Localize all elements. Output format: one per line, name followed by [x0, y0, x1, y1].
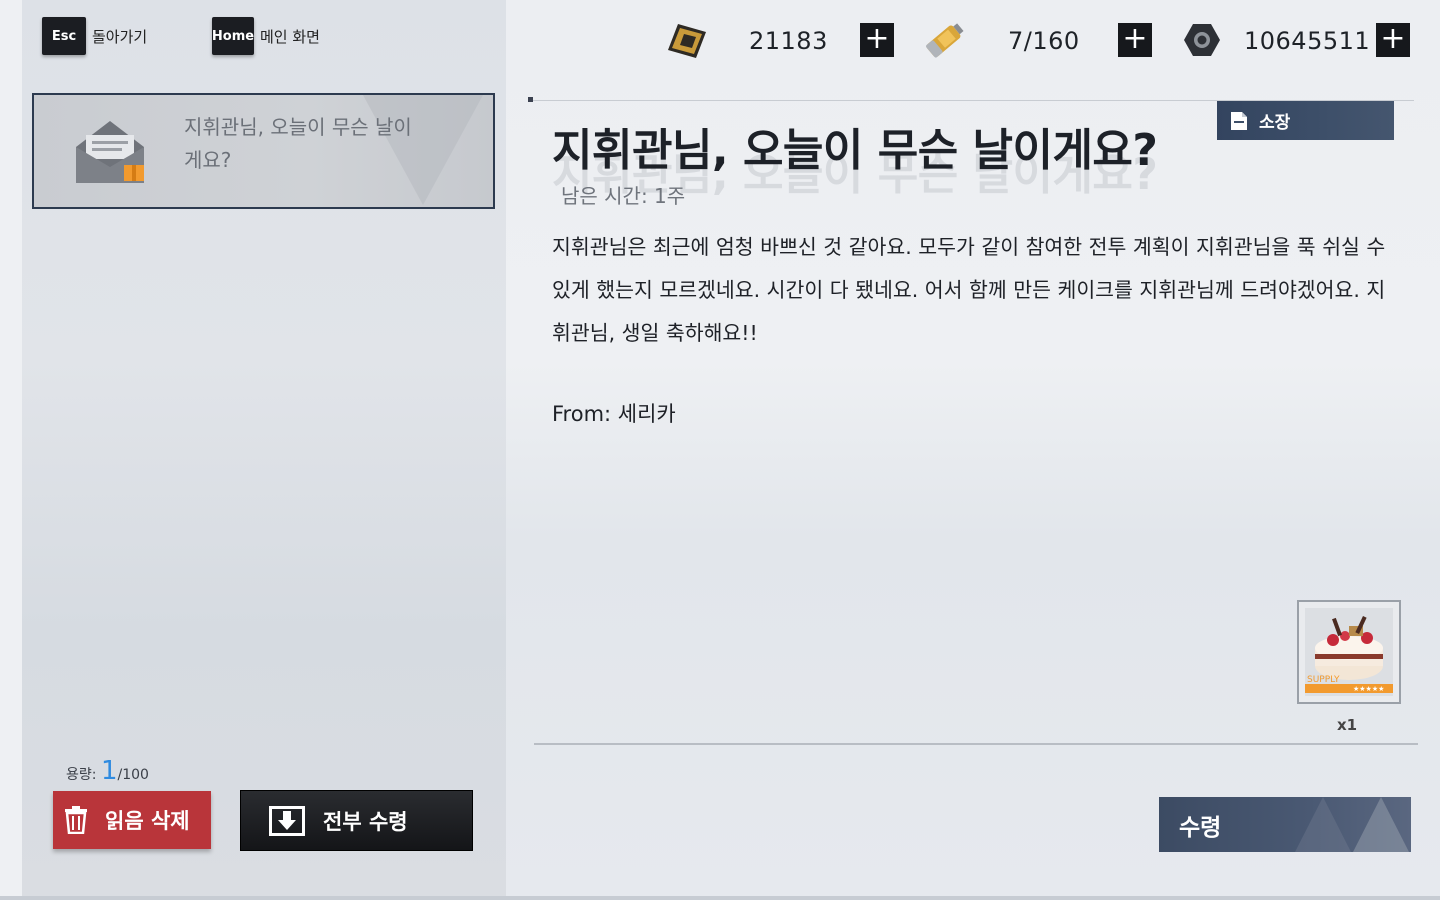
receive-all-label: 전부 수령 — [323, 809, 408, 834]
delete-read-button[interactable]: 읽음 삭제 — [53, 791, 211, 849]
add-nut-button[interactable]: + — [1376, 23, 1410, 57]
home-button[interactable]: Home 메인 화면 — [212, 16, 320, 56]
reward-divider — [534, 743, 1418, 745]
home-label: 메인 화면 — [260, 27, 320, 46]
cake-icon: SUPPLY ★★★★★ — [1305, 608, 1393, 696]
mail-subject: 지휘관님, 오늘이 무슨 날이게요? — [184, 115, 412, 172]
mail-body: 지휘관님은 최근에 엄청 바쁘신 것 같아요. 모두가 같이 참여한 전투 계획… — [552, 235, 1386, 345]
battery-icon — [926, 23, 964, 58]
nut-icon — [1184, 24, 1220, 56]
capacity-label: 용량: — [66, 767, 97, 783]
left-edge — [0, 0, 22, 900]
button-decoration — [1353, 797, 1409, 852]
receive-all-button[interactable]: 전부 수령 — [240, 790, 473, 851]
esc-key: Esc — [42, 17, 86, 55]
mail-title: 지휘관님, 오늘이 무슨 날이게요? — [552, 125, 1158, 176]
divider-marker — [528, 97, 533, 102]
ticket-icon — [668, 24, 706, 58]
reward-quantity: x1 — [1337, 716, 1358, 734]
opened-envelope-icon — [76, 121, 144, 183]
save-label: 소장 — [1259, 113, 1291, 133]
receive-button[interactable]: 수령 — [1159, 797, 1411, 852]
home-key: Home — [212, 17, 254, 55]
save-mail-button[interactable]: 소장 — [1217, 101, 1394, 140]
bottom-border — [0, 896, 1440, 900]
reward-item[interactable]: SUPPLY ★★★★★ — [1297, 600, 1401, 704]
add-ticket-button[interactable]: + — [860, 23, 894, 57]
mail-sender: From: 세리카 — [552, 402, 676, 426]
receive-label: 수령 — [1179, 814, 1222, 841]
document-icon — [1231, 111, 1247, 130]
mail-list-item[interactable]: 지휘관님, 오늘이 무슨 날이게요? — [32, 93, 495, 209]
reward-stars: ★★★★★ — [1353, 685, 1384, 693]
trash-icon — [65, 806, 87, 834]
nut-count: 10645511 — [1244, 27, 1371, 55]
add-battery-button[interactable]: + — [1118, 23, 1152, 57]
battery-count: 7/160 — [1008, 27, 1080, 55]
supply-badge: SUPPLY — [1307, 675, 1340, 685]
remaining-time: 남은 시간: 1주 — [561, 184, 686, 208]
capacity-current: 1 — [100, 756, 118, 786]
back-button[interactable]: Esc 돌아가기 — [42, 16, 147, 56]
back-label: 돌아가기 — [92, 27, 148, 46]
download-icon — [269, 805, 305, 836]
delete-read-label: 읽음 삭제 — [105, 809, 190, 833]
capacity-max: /100 — [117, 767, 149, 783]
ticket-count: 21183 — [749, 27, 828, 55]
mailbox-capacity: 용량: 1/100 — [66, 756, 149, 786]
button-decoration — [1295, 797, 1351, 852]
